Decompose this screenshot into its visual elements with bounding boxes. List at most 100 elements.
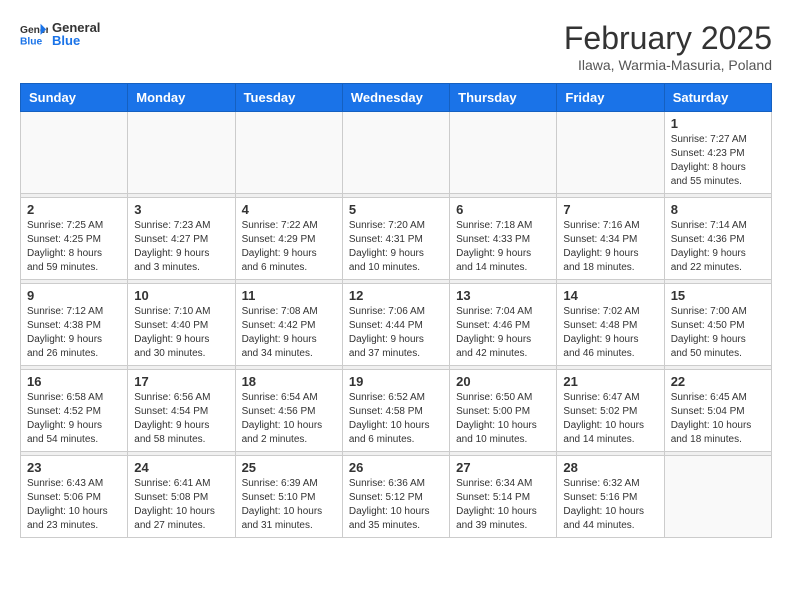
day-number: 1 [671, 116, 765, 131]
day-info: Sunrise: 6:43 AM Sunset: 5:06 PM Dayligh… [27, 477, 121, 533]
day-number: 15 [671, 288, 765, 303]
calendar-week-row: 1 Sunrise: 7:27 AM Sunset: 4:23 PM Daylig… [21, 112, 772, 194]
calendar-week-row: 2Sunrise: 7:25 AM Sunset: 4:25 PM Daylig… [21, 198, 772, 280]
day-info: Sunrise: 7:08 AM Sunset: 4:42 PM Dayligh… [242, 305, 336, 361]
day-number: 17 [134, 374, 228, 389]
calendar-week-row: 23 Sunrise: 6:43 AM Sunset: 5:06 PM Dayli… [21, 456, 772, 538]
day-number: 19 [349, 374, 443, 389]
day-number: 18 [242, 374, 336, 389]
calendar-cell: 21Sunrise: 6:47 AM Sunset: 5:02 PM Dayli… [557, 370, 664, 452]
day-info: Sunrise: 6:58 AM Sunset: 4:52 PM Dayligh… [27, 391, 121, 447]
calendar-cell: 5 Sunrise: 7:20 AM Sunset: 4:31 PM Daylig… [342, 198, 449, 280]
calendar-cell: 14 Sunrise: 7:02 AM Sunset: 4:48 PM Dayli… [557, 284, 664, 366]
day-info: Sunrise: 7:20 AM Sunset: 4:31 PM Dayligh… [349, 219, 443, 275]
month-title: February 2025 [564, 20, 772, 57]
day-info: Sunrise: 6:41 AM Sunset: 5:08 PM Dayligh… [134, 477, 228, 533]
logo-blue: Blue [52, 33, 100, 48]
calendar-cell: 27 Sunrise: 6:34 AM Sunset: 5:14 PM Dayli… [450, 456, 557, 538]
calendar-cell: 6 Sunrise: 7:18 AM Sunset: 4:33 PM Daylig… [450, 198, 557, 280]
day-info: Sunrise: 6:52 AM Sunset: 4:58 PM Dayligh… [349, 391, 443, 447]
calendar-cell: 15Sunrise: 7:00 AM Sunset: 4:50 PM Dayli… [664, 284, 771, 366]
calendar-cell: 1 Sunrise: 7:27 AM Sunset: 4:23 PM Daylig… [664, 112, 771, 194]
weekday-header: Saturday [664, 84, 771, 112]
calendar-cell: 9 Sunrise: 7:12 AM Sunset: 4:38 PM Daylig… [21, 284, 128, 366]
calendar-cell [128, 112, 235, 194]
day-number: 23 [27, 460, 121, 475]
day-info: Sunrise: 7:12 AM Sunset: 4:38 PM Dayligh… [27, 305, 121, 361]
day-number: 9 [27, 288, 121, 303]
day-info: Sunrise: 6:47 AM Sunset: 5:02 PM Dayligh… [563, 391, 657, 447]
svg-text:Blue: Blue [20, 36, 43, 47]
day-number: 28 [563, 460, 657, 475]
day-info: Sunrise: 7:04 AM Sunset: 4:46 PM Dayligh… [456, 305, 550, 361]
calendar-cell: 16 Sunrise: 6:58 AM Sunset: 4:52 PM Dayli… [21, 370, 128, 452]
calendar-cell: 26 Sunrise: 6:36 AM Sunset: 5:12 PM Dayli… [342, 456, 449, 538]
calendar-cell: 4 Sunrise: 7:22 AM Sunset: 4:29 PM Daylig… [235, 198, 342, 280]
logo: General Blue General Blue [20, 20, 100, 48]
calendar-cell [235, 112, 342, 194]
calendar-cell: 23 Sunrise: 6:43 AM Sunset: 5:06 PM Dayli… [21, 456, 128, 538]
calendar-cell: 19 Sunrise: 6:52 AM Sunset: 4:58 PM Dayli… [342, 370, 449, 452]
day-info: Sunrise: 6:32 AM Sunset: 5:16 PM Dayligh… [563, 477, 657, 533]
calendar-cell: 12Sunrise: 7:06 AM Sunset: 4:44 PM Dayli… [342, 284, 449, 366]
day-number: 10 [134, 288, 228, 303]
day-number: 6 [456, 202, 550, 217]
calendar-cell [342, 112, 449, 194]
day-number: 4 [242, 202, 336, 217]
calendar-cell: 22 Sunrise: 6:45 AM Sunset: 5:04 PM Dayli… [664, 370, 771, 452]
calendar: SundayMondayTuesdayWednesdayThursdayFrid… [20, 83, 772, 538]
calendar-week-row: 16 Sunrise: 6:58 AM Sunset: 4:52 PM Dayli… [21, 370, 772, 452]
calendar-cell: 2Sunrise: 7:25 AM Sunset: 4:25 PM Daylig… [21, 198, 128, 280]
calendar-cell: 28 Sunrise: 6:32 AM Sunset: 5:16 PM Dayli… [557, 456, 664, 538]
calendar-cell: 25Sunrise: 6:39 AM Sunset: 5:10 PM Dayli… [235, 456, 342, 538]
weekday-header: Sunday [21, 84, 128, 112]
day-info: Sunrise: 6:54 AM Sunset: 4:56 PM Dayligh… [242, 391, 336, 447]
day-info: Sunrise: 6:50 AM Sunset: 5:00 PM Dayligh… [456, 391, 550, 447]
day-number: 27 [456, 460, 550, 475]
day-info: Sunrise: 6:36 AM Sunset: 5:12 PM Dayligh… [349, 477, 443, 533]
day-info: Sunrise: 6:34 AM Sunset: 5:14 PM Dayligh… [456, 477, 550, 533]
day-number: 12 [349, 288, 443, 303]
weekday-header: Monday [128, 84, 235, 112]
day-info: Sunrise: 7:25 AM Sunset: 4:25 PM Dayligh… [27, 219, 121, 275]
day-number: 16 [27, 374, 121, 389]
weekday-header: Friday [557, 84, 664, 112]
day-info: Sunrise: 7:23 AM Sunset: 4:27 PM Dayligh… [134, 219, 228, 275]
calendar-cell [450, 112, 557, 194]
day-number: 3 [134, 202, 228, 217]
day-number: 20 [456, 374, 550, 389]
weekday-header: Thursday [450, 84, 557, 112]
calendar-cell [557, 112, 664, 194]
calendar-cell: 3 Sunrise: 7:23 AM Sunset: 4:27 PM Daylig… [128, 198, 235, 280]
day-number: 11 [242, 288, 336, 303]
calendar-cell: 8Sunrise: 7:14 AM Sunset: 4:36 PM Daylig… [664, 198, 771, 280]
day-info: Sunrise: 7:02 AM Sunset: 4:48 PM Dayligh… [563, 305, 657, 361]
header: General Blue General Blue February 2025 … [20, 20, 772, 73]
calendar-cell: 20 Sunrise: 6:50 AM Sunset: 5:00 PM Dayli… [450, 370, 557, 452]
day-info: Sunrise: 7:22 AM Sunset: 4:29 PM Dayligh… [242, 219, 336, 275]
calendar-cell: 7 Sunrise: 7:16 AM Sunset: 4:34 PM Daylig… [557, 198, 664, 280]
day-info: Sunrise: 7:18 AM Sunset: 4:33 PM Dayligh… [456, 219, 550, 275]
calendar-cell: 17Sunrise: 6:56 AM Sunset: 4:54 PM Dayli… [128, 370, 235, 452]
calendar-cell: 11 Sunrise: 7:08 AM Sunset: 4:42 PM Dayli… [235, 284, 342, 366]
day-number: 13 [456, 288, 550, 303]
day-number: 7 [563, 202, 657, 217]
calendar-cell [21, 112, 128, 194]
calendar-week-row: 9 Sunrise: 7:12 AM Sunset: 4:38 PM Daylig… [21, 284, 772, 366]
day-info: Sunrise: 6:45 AM Sunset: 5:04 PM Dayligh… [671, 391, 765, 447]
calendar-cell: 24 Sunrise: 6:41 AM Sunset: 5:08 PM Dayli… [128, 456, 235, 538]
day-info: Sunrise: 6:39 AM Sunset: 5:10 PM Dayligh… [242, 477, 336, 533]
day-number: 24 [134, 460, 228, 475]
day-number: 22 [671, 374, 765, 389]
day-info: Sunrise: 7:16 AM Sunset: 4:34 PM Dayligh… [563, 219, 657, 275]
calendar-header-row: SundayMondayTuesdayWednesdayThursdayFrid… [21, 84, 772, 112]
calendar-cell [664, 456, 771, 538]
title-area: February 2025 Ilawa, Warmia-Masuria, Pol… [564, 20, 772, 73]
day-info: Sunrise: 7:14 AM Sunset: 4:36 PM Dayligh… [671, 219, 765, 275]
calendar-cell: 13 Sunrise: 7:04 AM Sunset: 4:46 PM Dayli… [450, 284, 557, 366]
day-info: Sunrise: 7:27 AM Sunset: 4:23 PM Dayligh… [671, 133, 765, 189]
day-number: 26 [349, 460, 443, 475]
day-number: 5 [349, 202, 443, 217]
calendar-cell: 18 Sunrise: 6:54 AM Sunset: 4:56 PM Dayli… [235, 370, 342, 452]
day-number: 14 [563, 288, 657, 303]
